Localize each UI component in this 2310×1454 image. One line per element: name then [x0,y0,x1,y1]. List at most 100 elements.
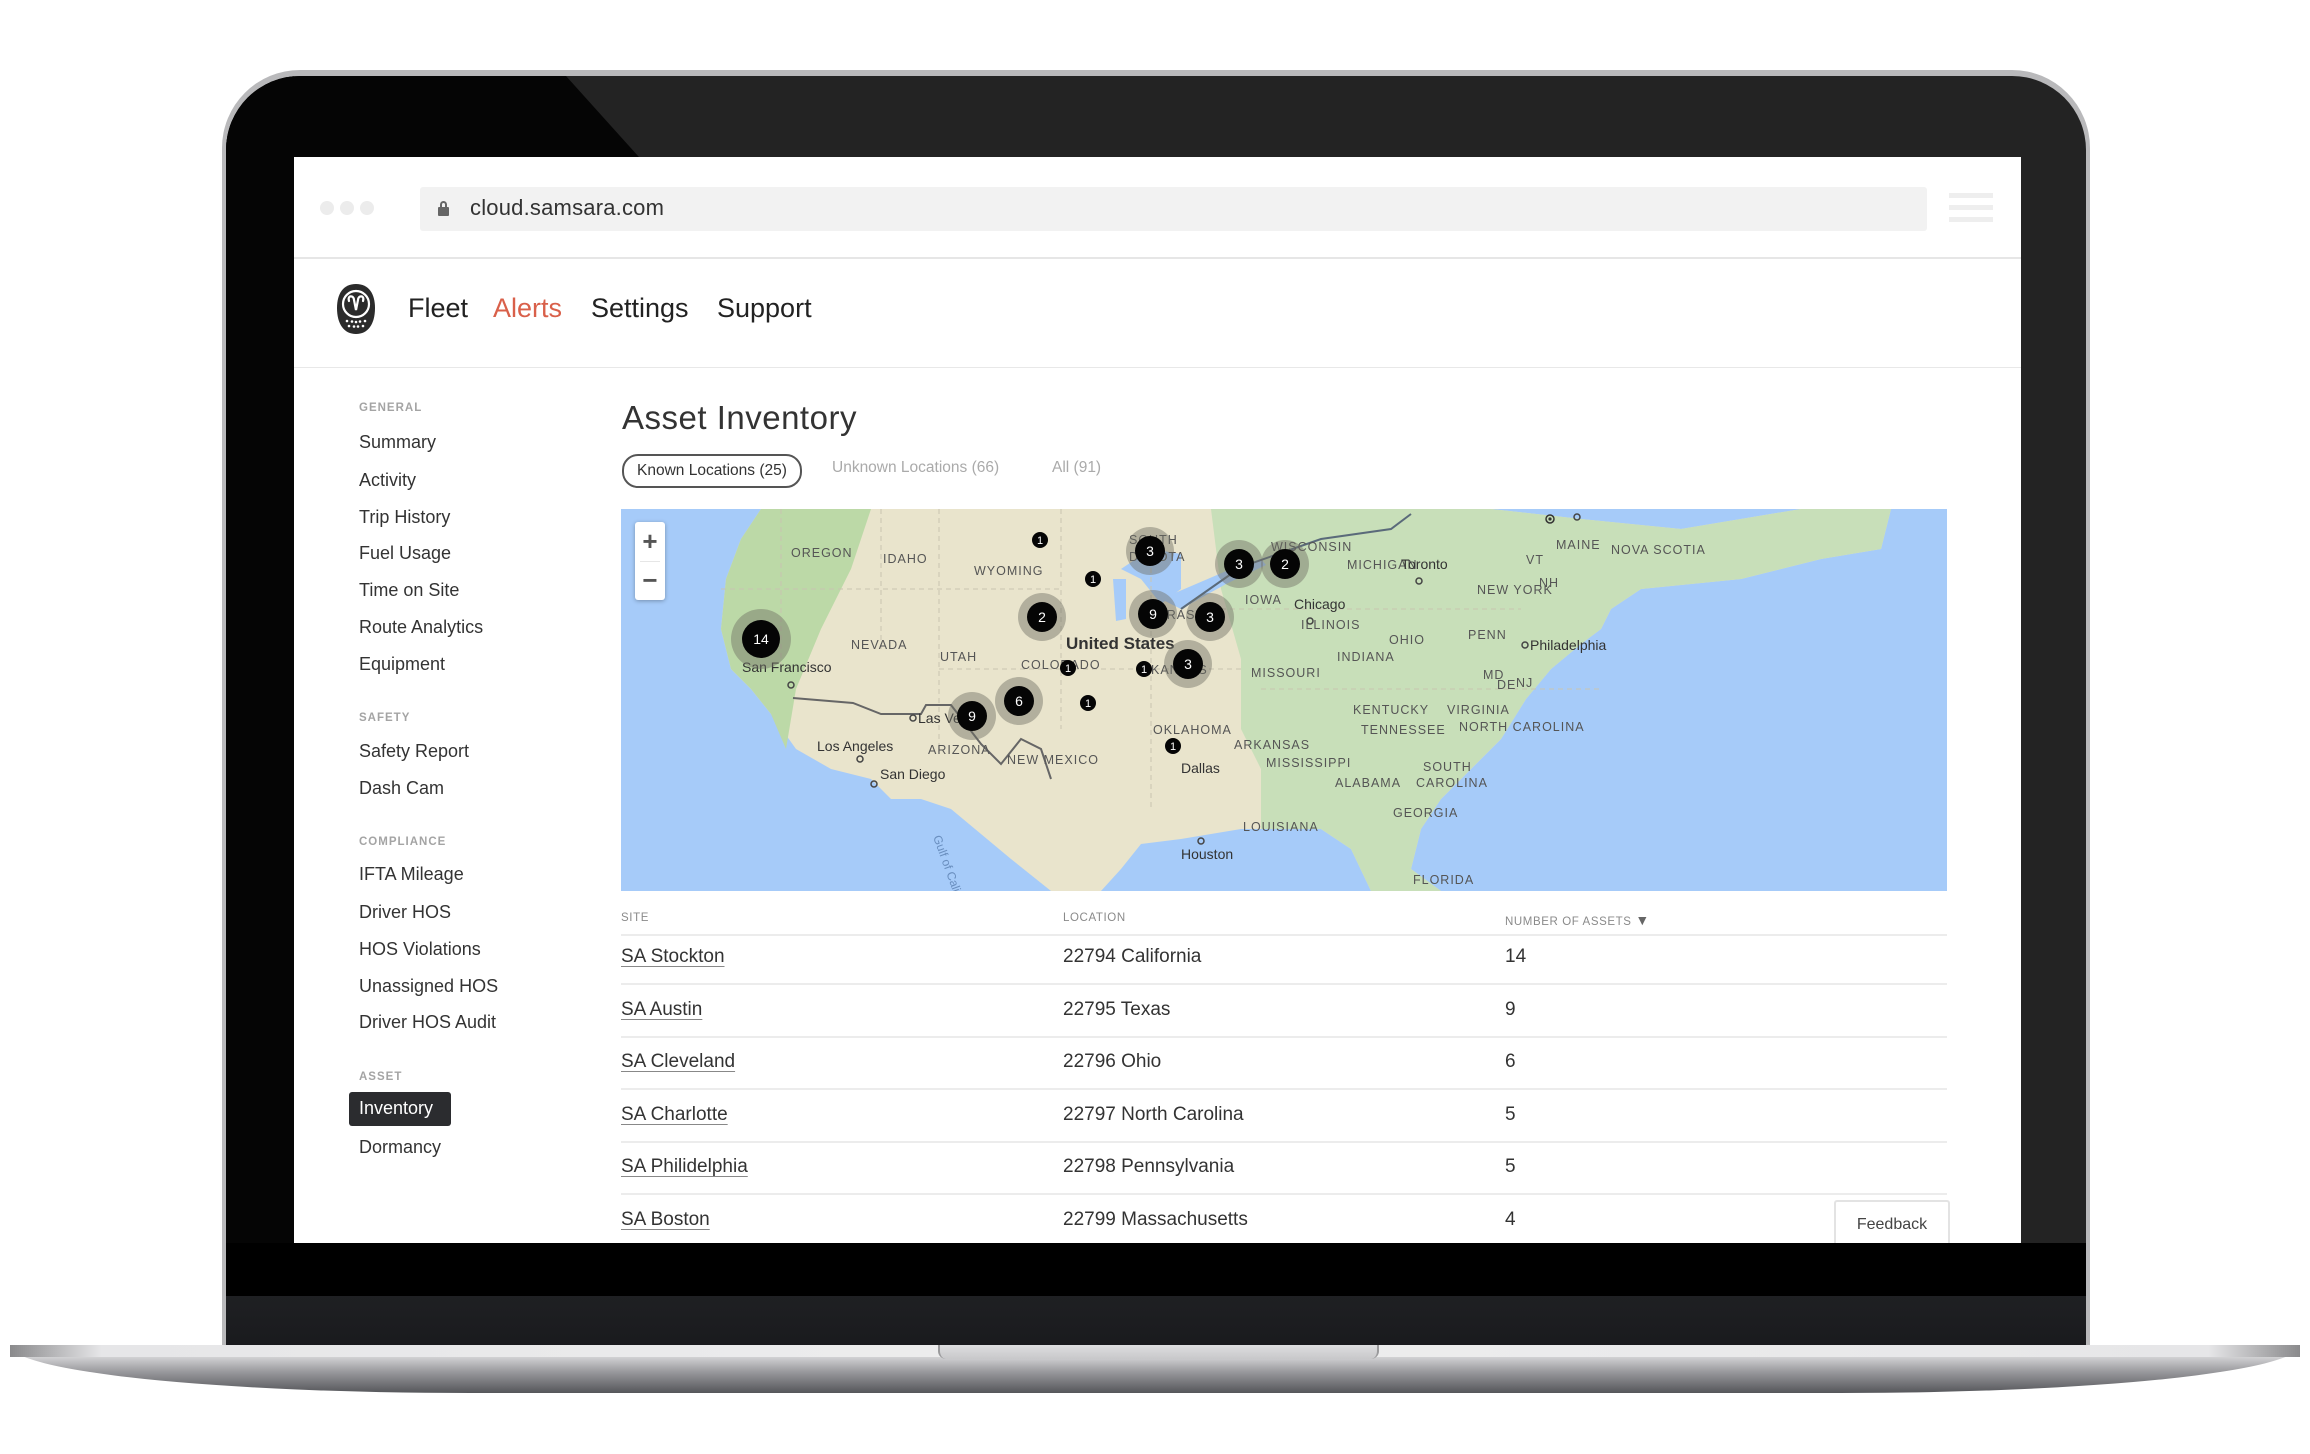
site-link[interactable]: SA Austin [621,999,702,1021]
sidebar-item-safety-report[interactable]: Safety Report [359,741,469,762]
map-cluster-marker[interactable]: 3 [1186,593,1234,641]
sidebar-item-equipment[interactable]: Equipment [359,654,445,675]
site-link[interactable]: SA Philidelphia [621,1156,748,1178]
map-cluster-marker[interactable]: 9 [948,692,996,740]
tab-known-locations[interactable]: Known Locations (25) [622,454,802,488]
water-gulf-of-california [826,794,891,891]
map-cluster-marker[interactable]: 2 [1261,540,1309,588]
nav-support[interactable]: Support [717,293,812,324]
map-label-idaho: IDAHO [883,552,928,566]
zoom-in-button[interactable]: + [635,522,665,560]
map-city-chicago: Chicago [1294,596,1346,612]
column-header-number-of-assets[interactable]: NUMBER OF ASSETS ▼ [1505,912,1650,928]
zoom-out-button[interactable]: − [635,562,665,600]
tab-all[interactable]: All (91) [1052,459,1101,477]
window-zoom-button[interactable] [360,201,374,215]
sidebar-item-hos-violations[interactable]: HOS Violations [359,939,481,960]
cluster-count: 9 [968,708,976,724]
location-cell: 22799 Massachusetts [1063,1208,1248,1230]
sidebar-section-general: GENERAL [359,402,423,414]
sidebar-item-driver-hos-audit[interactable]: Driver HOS Audit [359,1012,496,1033]
column-header-location[interactable]: LOCATION [1063,912,1126,924]
sidebar-item-fuel-usage[interactable]: Fuel Usage [359,543,451,564]
sidebar-item-ifta-mileage[interactable]: IFTA Mileage [359,864,464,885]
map-label-missouri: MISSOURI [1251,666,1321,680]
map-label-alabama: ALABAMA [1335,776,1401,790]
location-cell: 22796 Ohio [1063,1051,1162,1072]
asset-map[interactable]: OREGON IDAHO WYOMING SOUTH DAKOTA NEBRAS… [621,509,1947,891]
sidebar-item-inventory-label[interactable]: Inventory [359,1098,433,1119]
sidebar-item-trip-history[interactable]: Trip History [359,507,450,528]
url-text[interactable]: cloud.samsara.com [470,195,664,221]
map-label-maine: MAINE [1556,538,1601,552]
column-header-site[interactable]: SITE [621,912,649,924]
window-close-button[interactable] [320,201,334,215]
sidebar-item-dash-cam[interactable]: Dash Cam [359,778,444,799]
map-cluster-marker[interactable]: 1 [1136,661,1152,677]
feedback-button[interactable]: Feedback [1834,1200,1950,1243]
sidebar-section-compliance: COMPLIANCE [359,836,447,848]
screen: cloud.samsara.com Fleet Alerts Settings … [294,157,2021,1243]
cluster-count: 2 [1038,609,1046,625]
map-cluster-marker[interactable]: 1 [1032,532,1048,548]
tab-unknown-locations[interactable]: Unknown Locations (66) [832,459,999,477]
divider [294,257,2021,259]
map-cluster-marker[interactable]: 3 [1164,640,1212,688]
sidebar-item-driver-hos[interactable]: Driver HOS [359,902,451,923]
location-cell: 22795 Texas [1063,998,1171,1020]
cluster-count: 6 [1015,693,1023,709]
asset-count-cell: 4 [1505,1208,1516,1230]
site-link[interactable]: SA Cleveland [621,1051,735,1073]
map-cluster-marker[interactable]: 6 [995,677,1043,725]
map-label-nj: NJ [1516,676,1533,690]
map-cluster-marker[interactable]: 1 [1060,660,1076,676]
window-minimize-button[interactable] [340,201,354,215]
sidebar-item-activity[interactable]: Activity [359,470,416,491]
map-city-san-diego: San Diego [880,766,946,782]
cluster-count: 1 [1090,574,1096,586]
site-link[interactable]: SA Boston [621,1209,710,1231]
map-cluster-marker[interactable]: 3 [1126,527,1174,575]
location-cell: 22794 California [1063,946,1202,967]
sidebar-item-dormancy[interactable]: Dormancy [359,1137,441,1158]
samsara-logo-icon[interactable] [336,283,376,335]
sidebar-item-route-analytics[interactable]: Route Analytics [359,617,483,638]
sidebar-item-time-on-site[interactable]: Time on Site [359,580,459,601]
map-label-south-carolina-2: CAROLINA [1416,776,1488,790]
map-city-los-angeles: Los Angeles [817,738,893,754]
map-label-georgia: GEORGIA [1393,806,1458,820]
sidebar-item-summary[interactable]: Summary [359,432,436,453]
map-cluster-marker[interactable]: 2 [1018,593,1066,641]
asset-count-cell: 5 [1505,1103,1516,1125]
sidebar-item-unassigned-hos[interactable]: Unassigned HOS [359,976,498,997]
nav-fleet[interactable]: Fleet [408,293,468,324]
cluster-count: 9 [1149,606,1157,622]
row-divider [621,983,1947,985]
site-link[interactable]: SA Stockton [621,946,725,968]
sort-descending-icon[interactable]: ▼ [1635,912,1649,928]
map-zoom-control: + − [635,522,665,600]
map-label-utah: UTAH [940,650,977,664]
map-label-ohio: OHIO [1389,633,1425,647]
map-cluster-marker[interactable]: 3 [1215,540,1263,588]
map-cluster-marker[interactable]: 1 [1165,738,1181,754]
map-label-arizona: ARIZONA [928,743,991,757]
map-cluster-marker[interactable]: 14 [731,609,791,669]
cluster-count: 1 [1170,741,1176,753]
nav-settings[interactable]: Settings [591,293,689,324]
map-cluster-marker[interactable]: 1 [1085,571,1101,587]
map-cluster-marker[interactable]: 9 [1129,590,1177,638]
map-label-florida: FLORIDA [1413,873,1474,887]
asset-count-cell: 9 [1505,998,1516,1020]
cluster-count: 1 [1065,663,1071,675]
map-cluster-marker[interactable]: 1 [1080,695,1096,711]
site-link[interactable]: SA Charlotte [621,1104,728,1126]
map-label-nevada: NEVADA [851,638,907,652]
cluster-count: 2 [1281,556,1289,572]
map-label-indiana: INDIANA [1337,650,1395,664]
sidebar-section-safety: SAFETY [359,712,411,724]
address-bar[interactable]: cloud.samsara.com [420,187,1927,231]
nav-alerts[interactable]: Alerts [493,293,562,324]
map-label-arkansas: ARKANSAS [1234,738,1310,752]
hamburger-menu-icon[interactable] [1949,193,1993,223]
